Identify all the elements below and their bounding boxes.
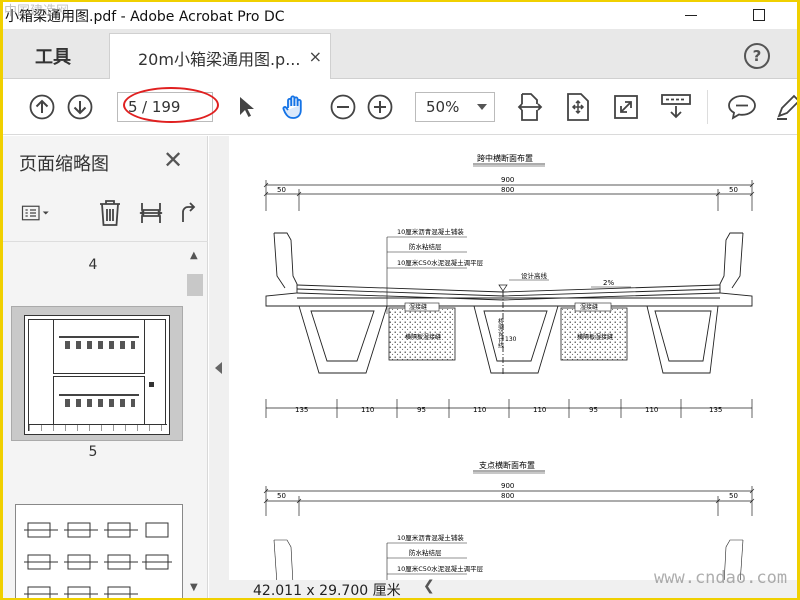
thumbnail-image: [24, 315, 170, 435]
layer-1-label: 10厘米沥青混凝土铺装: [397, 227, 464, 236]
comment-icon[interactable]: [727, 92, 757, 122]
layer-3-label: 10厘米C50水泥混凝土调平层: [397, 258, 484, 267]
height-label: 130: [505, 336, 517, 343]
tab-close-icon[interactable]: ×: [309, 47, 322, 66]
slope-label: 2%: [603, 279, 614, 287]
extract-icon[interactable]: [136, 198, 166, 228]
minimize-button[interactable]: [671, 3, 711, 27]
dim-left: 50: [277, 186, 286, 194]
thumbnail-options-icon[interactable]: [21, 198, 51, 228]
zoom-out-icon[interactable]: [328, 92, 358, 122]
dim-overall: 900: [501, 176, 514, 184]
collapse-arrow-icon[interactable]: [215, 362, 222, 374]
rotate-icon[interactable]: [173, 198, 203, 228]
dim-left-2: 50: [277, 492, 286, 500]
diaphragm-label-right: 横隔板湿接缝: [577, 333, 613, 341]
red-annotation-oval: [123, 87, 219, 123]
main-toolbar: 5 / 199 50%: [3, 80, 797, 135]
next-page-icon[interactable]: [65, 92, 95, 122]
watermark-bottom-right: www.cndao.com: [654, 568, 788, 588]
layer-3-label-2: 10厘米C50水泥混凝土调平层: [397, 564, 484, 573]
chevron-down-icon[interactable]: [477, 104, 487, 110]
tab-tools[interactable]: 工具: [3, 33, 103, 79]
drawing-title-1: 跨中横断面布置: [477, 153, 533, 163]
select-arrow-icon[interactable]: [231, 92, 261, 122]
sidebar-collapse-handle[interactable]: [209, 136, 229, 598]
scroll-mode-icon[interactable]: [661, 92, 691, 122]
bottom-dim-8: 135: [709, 406, 722, 414]
acrobat-window: 小箱梁通用图.pdf - Adobe Acrobat Pro DC 工具 20m…: [3, 2, 797, 598]
design-line-label: 设计高线: [521, 271, 548, 280]
zoom-in-icon[interactable]: [365, 92, 395, 122]
delete-icon[interactable]: [95, 198, 125, 228]
maximize-button[interactable]: [739, 3, 779, 27]
bottom-dim-1: 135: [295, 406, 308, 414]
tab-document[interactable]: 20m小箱梁通用图.p... ×: [109, 33, 331, 79]
document-view[interactable]: 跨中横断面布置 900 50 800 50 10厘米沥青混凝土铺装 防水粘结层 …: [229, 136, 797, 584]
zoom-value: 50%: [426, 98, 460, 116]
hand-tool-icon[interactable]: [279, 92, 309, 122]
centerline-label: 桥梁设计线: [497, 317, 504, 348]
sidebar-scrollbar[interactable]: ▲ ▼: [184, 242, 206, 598]
thumbnail-list: 4 5: [3, 242, 183, 598]
dim-overall-2: 900: [501, 482, 514, 490]
drawing-title-2: 支点横断面布置: [479, 460, 535, 470]
bottom-dim-5: 110: [533, 406, 546, 414]
fit-width-icon[interactable]: [515, 92, 545, 122]
page-label-5: 5: [88, 444, 98, 460]
full-screen-icon[interactable]: [611, 92, 641, 122]
zoom-select[interactable]: 50%: [415, 92, 495, 122]
sidebar-title: 页面缩略图: [19, 154, 109, 175]
layer-2-label-2: 防水粘结层: [409, 548, 442, 557]
watermark-top-left: 中国建造网: [4, 4, 70, 19]
fit-page-icon[interactable]: [563, 92, 593, 122]
page-dimensions: 42.011 x 29.700 厘米: [253, 583, 401, 598]
dim-middle-2: 800: [501, 492, 514, 500]
title-bar: 小箱梁通用图.pdf - Adobe Acrobat Pro DC: [3, 2, 797, 29]
bottom-dim-2: 110: [361, 406, 374, 414]
scrollbar-thumb[interactable]: [187, 274, 203, 296]
pen-icon[interactable]: [773, 92, 797, 122]
bottom-dim-3: 95: [417, 406, 426, 414]
page-label-4: 4: [88, 257, 98, 273]
toolbar-separator: [707, 90, 708, 124]
layer-1-label-2: 10厘米沥青混凝土铺装: [397, 533, 464, 542]
thumbnail-sidebar: 页面缩略图 ✕ 4 5 ▲ ▼: [3, 136, 208, 598]
scroll-up-icon[interactable]: ▲: [190, 250, 198, 261]
tab-document-label: 20m小箱梁通用图.p...: [138, 50, 301, 69]
tab-bar: 工具 20m小箱梁通用图.p... × ?: [3, 29, 797, 79]
sidebar-close-icon[interactable]: ✕: [163, 146, 183, 174]
thumbnail-page-6[interactable]: [15, 504, 183, 598]
help-button[interactable]: ?: [744, 43, 770, 69]
dim-right: 50: [729, 186, 738, 194]
scroll-down-icon[interactable]: ▼: [190, 582, 198, 593]
layer-2-label: 防水粘结层: [409, 242, 442, 251]
prev-page-icon[interactable]: [27, 92, 57, 122]
bottom-dim-4: 110: [473, 406, 486, 414]
wet-joint-label-left: 湿接缝: [409, 303, 427, 311]
scroll-left-icon[interactable]: ❮: [423, 578, 435, 594]
dim-right-2: 50: [729, 492, 738, 500]
diaphragm-label-left: 横隔板湿接缝: [405, 333, 441, 341]
thumbnail-page-5[interactable]: [11, 306, 183, 441]
bottom-dim-7: 110: [645, 406, 658, 414]
wet-joint-label-right: 湿接缝: [580, 303, 598, 311]
bottom-dim-6: 95: [589, 406, 598, 414]
dim-middle: 800: [501, 186, 514, 194]
sidebar-toolbar: [3, 186, 208, 242]
